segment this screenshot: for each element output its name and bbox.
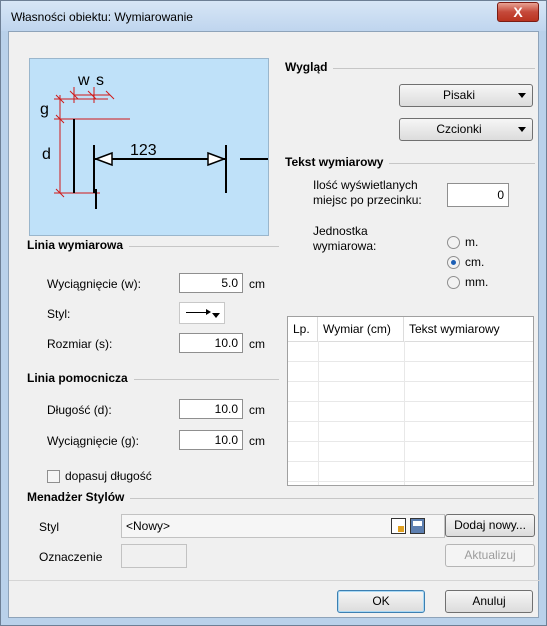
unit-radio-m[interactable] <box>447 236 460 249</box>
length-d-input[interactable]: 10.0 <box>179 399 243 419</box>
column-header-lp[interactable]: Lp. <box>288 317 318 341</box>
preview-label-g: g <box>40 101 49 118</box>
table-gridline <box>288 381 533 382</box>
style-manager-label: Styl <box>39 520 60 534</box>
fit-length-checkbox[interactable] <box>47 470 60 483</box>
length-d-unit: cm <box>249 403 265 417</box>
preview-label-w: w <box>77 72 90 89</box>
size-s-unit: cm <box>249 337 265 351</box>
wyglad-title: Wygląd <box>285 60 334 74</box>
table-gridline <box>318 341 319 485</box>
unit-radio-cm-label: cm. <box>465 255 485 269</box>
save-style-icon-label <box>413 521 422 526</box>
new-document-icon-badge <box>398 526 404 532</box>
table-gridline <box>288 441 533 442</box>
extension-g-unit: cm <box>249 434 265 448</box>
style-combobox[interactable]: <Nowy> <box>121 514 445 538</box>
table-gridline <box>288 401 533 402</box>
tekst-wymiarowy-title: Tekst wymiarowy <box>285 155 390 169</box>
unit-label-line1: Jednostka <box>313 224 368 238</box>
pens-dropdown-button[interactable]: Pisaki <box>399 84 533 107</box>
update-style-button[interactable]: Aktualizuj <box>445 544 535 567</box>
dialog-window: Własności obiektu: Wymiarowanie X w s g … <box>0 0 547 626</box>
tag-input[interactable] <box>121 544 187 568</box>
chevron-down-icon <box>212 313 220 318</box>
extension-w-input[interactable]: 5.0 <box>179 273 243 293</box>
table-gridline <box>404 341 405 485</box>
linia-pomocnicza-title: Linia pomocnicza <box>27 371 134 385</box>
extension-w-label: Wyciągnięcie (w): <box>47 277 141 291</box>
new-document-icon[interactable] <box>391 518 406 534</box>
unit-radio-m-label: m. <box>465 235 479 249</box>
cancel-button[interactable]: Anuluj <box>445 590 533 613</box>
close-button[interactable]: X <box>497 2 539 22</box>
chevron-down-icon <box>518 93 526 98</box>
dimension-text-table[interactable]: Lp. Wymiar (cm) Tekst wymiarowy <box>287 316 534 486</box>
unit-label-line2: wymiarowa: <box>313 239 377 253</box>
table-gridline <box>288 481 533 482</box>
line-style-preview-icon <box>186 312 208 313</box>
decimals-label-line1: Ilość wyświetlanych <box>313 178 418 192</box>
extension-w-unit: cm <box>249 277 265 291</box>
window-title: Własności obiektu: Wymiarowanie <box>11 10 193 24</box>
extension-g-input[interactable]: 10.0 <box>179 430 243 450</box>
unit-radio-mm-label: mm. <box>465 275 489 289</box>
linia-wymiarowa-title: Linia wymiarowa <box>27 238 130 252</box>
preview-label-s: s <box>96 72 104 89</box>
ok-button[interactable]: OK <box>337 590 425 613</box>
fit-length-label: dopasuj długość <box>65 469 152 483</box>
tag-label: Oznaczenie <box>39 550 103 564</box>
add-new-style-button[interactable]: Dodaj nowy... <box>445 514 535 537</box>
dimension-diagram: w s g d 123 <box>40 72 268 209</box>
dimension-preview: w s g d 123 <box>29 58 269 236</box>
fonts-dropdown-button[interactable]: Czcionki <box>399 118 533 141</box>
decimals-label-line2: miejsc po przecinku: <box>313 193 422 207</box>
table-gridline <box>288 461 533 462</box>
length-d-label: Długość (d): <box>47 403 112 417</box>
table-gridline <box>288 421 533 422</box>
dialog-client: w s g d 123 Linia wymiarowa Wyciągnięcie… <box>8 31 540 618</box>
pens-label: Pisaki <box>442 88 475 102</box>
style-label: Styl: <box>47 307 71 321</box>
table-header-divider <box>288 341 533 342</box>
title-bar[interactable]: Własności obiektu: Wymiarowanie X <box>1 1 546 31</box>
size-s-label: Rozmiar (s): <box>47 337 113 351</box>
preview-dimension-value: 123 <box>130 142 157 159</box>
table-gridline <box>288 361 533 362</box>
arrowhead-icon <box>206 309 211 315</box>
unit-radio-cm[interactable] <box>447 256 460 269</box>
chevron-down-icon <box>518 127 526 132</box>
save-style-icon[interactable] <box>410 518 425 534</box>
column-header-tekst[interactable]: Tekst wymiarowy <box>404 317 533 341</box>
extension-g-label: Wyciągnięcie (g): <box>47 434 139 448</box>
fonts-label: Czcionki <box>436 122 482 136</box>
unit-radio-mm[interactable] <box>447 276 460 289</box>
column-header-wymiar[interactable]: Wymiar (cm) <box>318 317 404 341</box>
menadzer-title: Menadżer Stylów <box>27 490 131 504</box>
decimals-input[interactable]: 0 <box>447 183 509 207</box>
size-s-input[interactable]: 10.0 <box>179 333 243 353</box>
preview-label-d: d <box>42 146 51 163</box>
style-combobox-value: <Nowy> <box>126 519 171 533</box>
line-style-dropdown[interactable] <box>179 302 225 324</box>
footer-separator <box>9 580 540 581</box>
